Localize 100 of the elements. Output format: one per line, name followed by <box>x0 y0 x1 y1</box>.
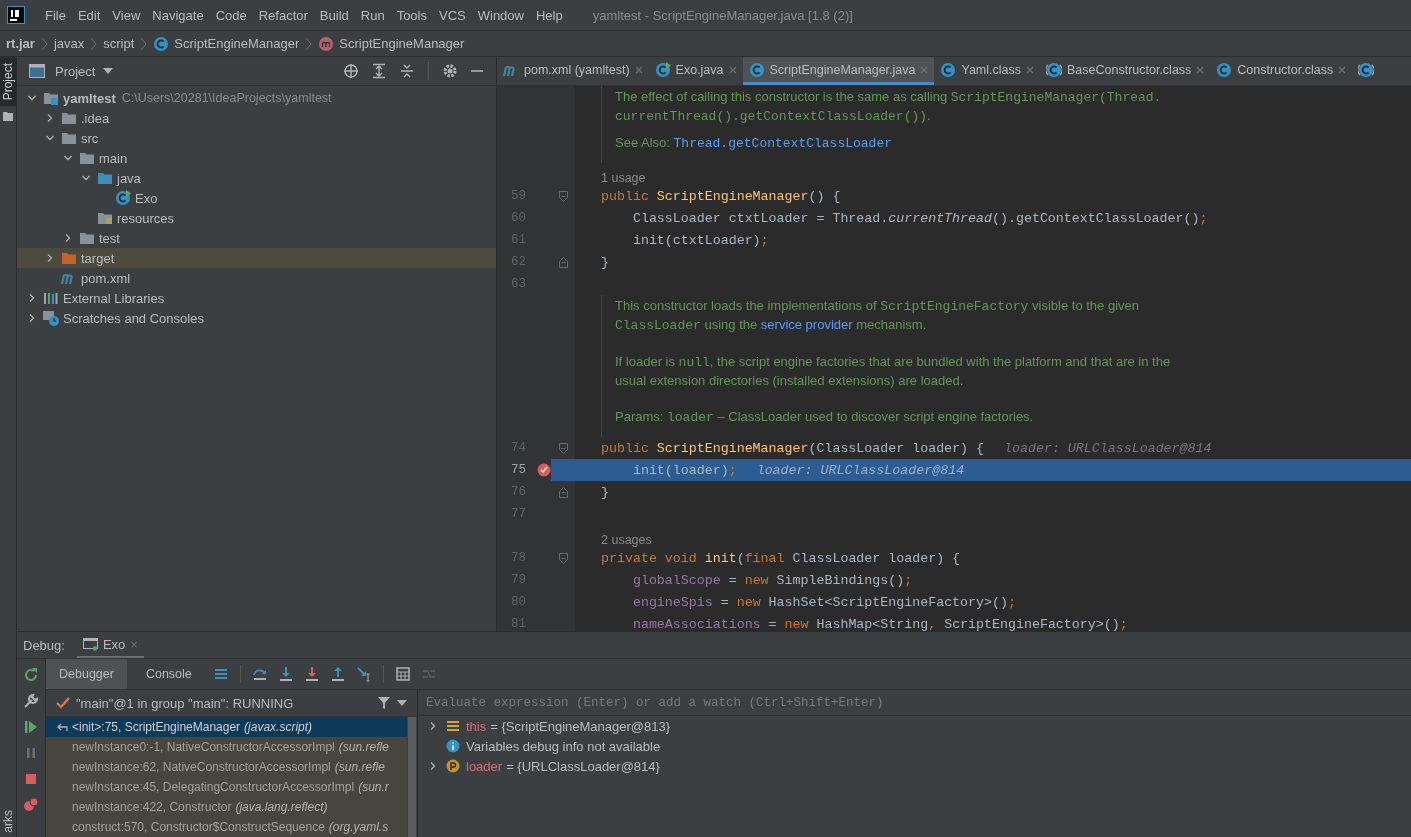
method-icon <box>318 35 335 52</box>
menu-item[interactable]: Tools <box>390 7 433 23</box>
stack-frame[interactable]: construct:570, Constructor$ConstructSequence (org.yaml.s <box>46 817 407 837</box>
tree-row[interactable]: yamltest C:\Users\20281\IdeaProjects\yamltest <box>17 88 496 108</box>
debug-tab[interactable]: Debugger <box>46 659 127 689</box>
menu-item[interactable]: File <box>39 7 72 23</box>
chevron-icon[interactable] <box>45 113 55 123</box>
expand-all-icon[interactable] <box>371 63 387 79</box>
menu-item[interactable]: VCS <box>433 7 472 23</box>
calculator-icon[interactable] <box>394 666 411 682</box>
tree-row[interactable]: Exo <box>17 188 496 208</box>
editor-tab[interactable]: pom.xml (yamltest) <box>497 57 649 85</box>
fold-marker-icon[interactable] <box>558 552 568 564</box>
close-icon[interactable] <box>1338 65 1347 74</box>
tree-row[interactable]: target <box>17 248 496 268</box>
step-into-icon[interactable] <box>277 666 294 682</box>
close-icon[interactable] <box>728 65 737 74</box>
breadcrumb[interactable]: javax <box>53 36 85 51</box>
dropdown-icon[interactable] <box>397 700 407 706</box>
close-icon[interactable] <box>1026 65 1034 74</box>
editor-tab[interactable]: Constructor.class <box>1210 57 1353 85</box>
breadcrumb[interactable]: rt.jar <box>6 36 35 51</box>
breakpoints-icon[interactable] <box>23 797 39 813</box>
folder-icon[interactable] <box>3 112 13 122</box>
tree-row[interactable]: .idea <box>17 108 496 128</box>
settings-icon[interactable] <box>442 63 458 79</box>
chevron-icon[interactable] <box>63 233 73 243</box>
menu-item[interactable]: Build <box>313 7 355 23</box>
doc-link[interactable]: Thread.getContextClassLoader <box>673 136 892 151</box>
field-list-icon <box>446 719 460 733</box>
chevron-icon[interactable] <box>428 761 438 771</box>
doc-link[interactable]: service provider <box>760 317 853 332</box>
fold-marker-icon[interactable] <box>558 190 568 202</box>
collapse-all-icon[interactable] <box>399 63 415 79</box>
menu-item[interactable]: Code <box>209 7 253 23</box>
fold-marker-icon[interactable] <box>558 486 568 498</box>
breadcrumb[interactable]: ScriptEngineManager <box>339 36 465 51</box>
breakpoint-icon[interactable] <box>537 463 551 477</box>
menu-item[interactable]: Window <box>471 7 530 23</box>
locate-icon[interactable] <box>343 63 359 79</box>
dropdown-icon[interactable] <box>103 68 114 74</box>
stop-icon[interactable] <box>23 771 39 787</box>
breadcrumb[interactable]: script <box>103 36 135 51</box>
close-icon[interactable] <box>1196 65 1205 74</box>
chevron-icon[interactable] <box>45 133 55 143</box>
chevron-icon[interactable] <box>63 153 73 163</box>
editor-tab[interactable]: Yaml.class <box>934 57 1040 85</box>
close-icon[interactable] <box>634 65 643 74</box>
rerun-icon[interactable] <box>23 667 39 683</box>
app-logo-icon[interactable] <box>7 6 25 24</box>
tree-row[interactable]: java <box>17 168 496 188</box>
stack-frame[interactable]: newInstance:422, Constructor (java.lang.reflect) <box>46 797 407 817</box>
menu-item[interactable]: Run <box>354 7 391 23</box>
breadcrumb[interactable]: ScriptEngineManager <box>174 36 300 51</box>
chevron-icon[interactable] <box>27 313 37 323</box>
menu-item[interactable]: Edit <box>71 7 107 23</box>
variable-name: this <box>466 718 487 734</box>
project-tool-tab[interactable]: Project <box>0 57 16 107</box>
tree-row[interactable]: External Libraries <box>17 288 496 308</box>
tree-row[interactable]: resources <box>17 208 496 228</box>
doc-label: See Also: <box>615 135 670 150</box>
usages-hint[interactable]: 2 usages <box>601 525 652 547</box>
tree-row[interactable]: test <box>17 228 496 248</box>
editor-tab[interactable]: BaseConstructor.class <box>1040 57 1211 85</box>
force-step-into-icon[interactable] <box>303 666 320 682</box>
chevron-icon[interactable] <box>27 293 37 303</box>
wrench-icon[interactable] <box>23 693 39 709</box>
debug-tab[interactable]: Console <box>132 659 205 689</box>
fold-marker-icon[interactable] <box>558 256 568 268</box>
chevron-icon[interactable] <box>81 173 91 183</box>
stack-frame[interactable]: newInstance:62, NativeConstructorAccessorImpl (sun.refle <box>46 757 407 777</box>
usages-hint[interactable]: 1 usage <box>601 163 646 185</box>
chevron-icon[interactable] <box>27 93 37 103</box>
bookmarks-tool-tab[interactable]: arks <box>1 810 15 837</box>
tree-row[interactable]: pom.xml <box>17 268 496 288</box>
panel-title[interactable]: Project <box>55 63 96 79</box>
menu-icon[interactable] <box>212 666 229 682</box>
fold-marker-icon[interactable] <box>558 442 568 454</box>
tree-row[interactable]: src <box>17 128 496 148</box>
class-icon <box>940 61 957 78</box>
menu-item[interactable]: View <box>106 7 147 23</box>
menu-item[interactable]: Refactor <box>252 7 314 23</box>
tree-label: yamltest <box>63 90 116 106</box>
tree-row[interactable]: main <box>17 148 496 168</box>
line-number: 75 <box>510 463 527 477</box>
menu-item[interactable]: Navigate <box>146 7 210 23</box>
editor-tab[interactable]: ScriptEngineManager.java <box>742 57 935 85</box>
run-to-cursor-icon[interactable] <box>355 666 372 682</box>
chevron-icon[interactable] <box>45 253 55 263</box>
chevron-icon[interactable] <box>428 721 438 731</box>
tree-row[interactable]: Scratches and Consoles <box>17 308 496 328</box>
scrollbar[interactable] <box>408 717 416 837</box>
resume-icon[interactable] <box>23 719 39 735</box>
filter-icon[interactable] <box>377 696 391 710</box>
menu-item[interactable]: Help <box>529 7 569 23</box>
editor-tab[interactable]: Exo.java <box>648 57 743 85</box>
stack-frame[interactable]: newInstance0:-1, NativeConstructorAccessorImpl (sun.refle <box>46 737 407 757</box>
stack-frame[interactable]: newInstance:45, DelegatingConstructorAccessorImpl (sun.r <box>46 777 407 797</box>
stack-frame[interactable]: <init>:75, ScriptEngineManager (javax.script) <box>46 717 407 737</box>
step-out-icon[interactable] <box>329 666 346 682</box>
